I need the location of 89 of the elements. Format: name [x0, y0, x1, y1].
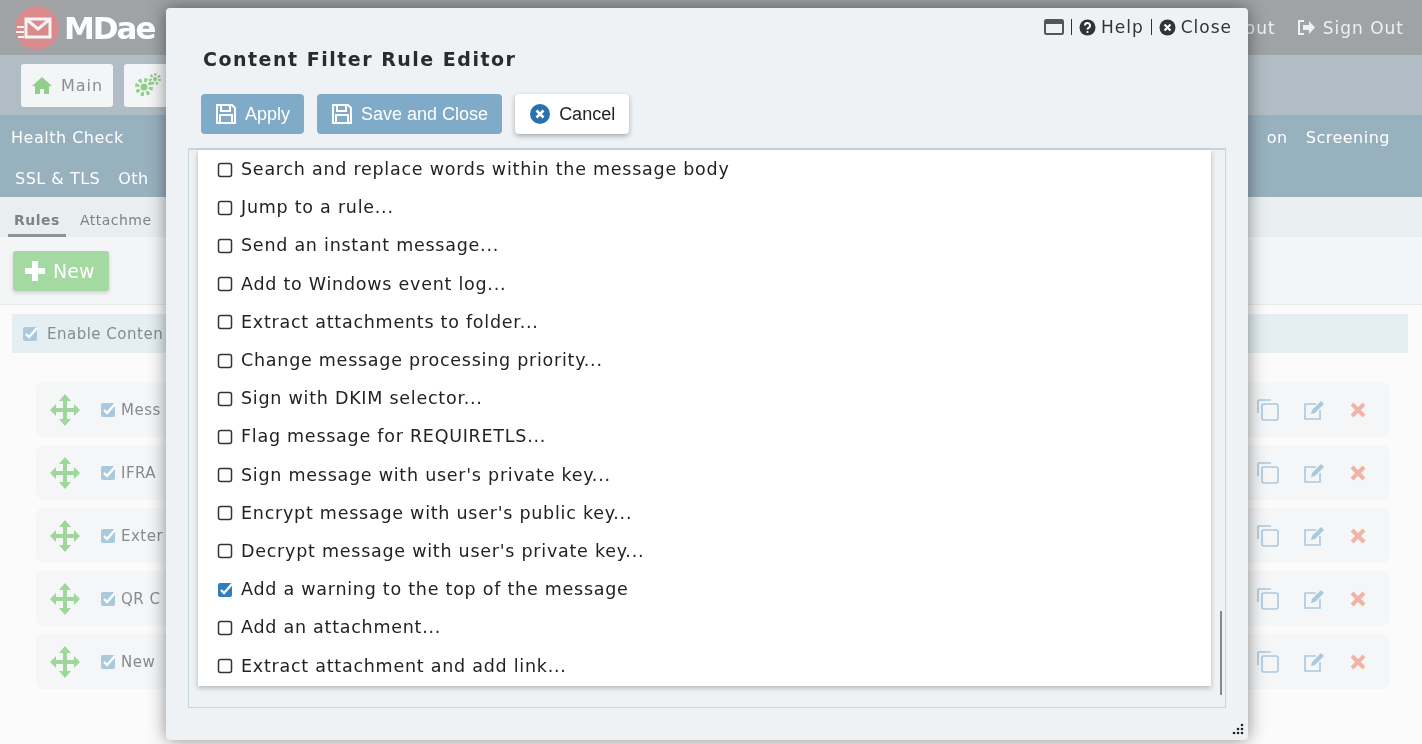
edit-icon[interactable]: [1303, 462, 1326, 483]
nav-link[interactable]: Screening: [1305, 128, 1390, 147]
checkbox[interactable]: [217, 427, 234, 445]
action-label: Add a warning to the top of the message: [241, 579, 629, 600]
save-button[interactable]: Apply: [201, 94, 305, 134]
move-icon[interactable]: [50, 518, 80, 553]
action-label: Add to Windows event log...: [241, 273, 507, 294]
sign-out-link[interactable]: Sign Out: [1297, 17, 1404, 38]
action-label: Send an instant message...: [241, 235, 500, 256]
checkbox[interactable]: [217, 504, 234, 522]
logo-icon: [14, 4, 60, 51]
close-link[interactable]: Close: [1158, 17, 1232, 37]
checkbox[interactable]: [217, 389, 234, 407]
action-label: Change message processing priority...: [241, 350, 603, 371]
copy-icon[interactable]: [1256, 461, 1279, 484]
delete-icon[interactable]: [1350, 653, 1366, 670]
sub-tab[interactable]: Attachme: [73, 212, 158, 237]
checkbox[interactable]: [217, 236, 234, 254]
move-icon[interactable]: [50, 455, 80, 490]
new-button[interactable]: New: [13, 251, 109, 291]
save-button[interactable]: Save and Close: [317, 94, 503, 134]
delete-icon[interactable]: [1350, 527, 1366, 544]
sign-out-icon: [1297, 20, 1315, 35]
nav-link[interactable]: SSL & TLS: [15, 169, 101, 188]
checkbox[interactable]: [217, 542, 234, 560]
action-label: Decrypt message with user's private key...: [241, 540, 645, 561]
close-icon: [1158, 18, 1176, 36]
dialog-title: Content Filter Rule Editor: [203, 47, 518, 72]
logo-text: MDae: [64, 9, 155, 46]
checkbox[interactable]: [217, 275, 234, 293]
copy-icon[interactable]: [1256, 398, 1279, 421]
checkbox[interactable]: [217, 466, 234, 484]
nav-link[interactable]: Health Check: [11, 128, 124, 147]
action-label: Sign with DKIM selector...: [241, 388, 483, 409]
checkbox[interactable]: [217, 160, 234, 178]
action-label: Extract attachments to folder...: [241, 311, 539, 332]
action-label: Sign message with user's private key...: [241, 464, 611, 485]
rule-name: IFRA: [121, 463, 157, 482]
action-label: Encrypt message with user's public key...: [241, 502, 633, 523]
main-button[interactable]: Main: [21, 63, 114, 107]
help-link[interactable]: Help: [1078, 17, 1144, 37]
checkbox[interactable]: [217, 313, 234, 331]
edit-icon[interactable]: [1303, 399, 1326, 420]
action-label: Jump to a rule...: [241, 197, 394, 218]
edit-icon[interactable]: [1303, 588, 1326, 609]
save-icon: [331, 103, 354, 125]
move-icon[interactable]: [50, 644, 80, 679]
rule-name: New: [121, 652, 156, 671]
plus-icon: [25, 261, 45, 281]
delete-icon[interactable]: [1350, 401, 1366, 418]
cancel-icon: [529, 103, 552, 125]
checkbox[interactable]: [22, 325, 39, 342]
checkbox[interactable]: [217, 618, 234, 636]
checkbox[interactable]: [100, 653, 117, 670]
checkbox[interactable]: [100, 464, 117, 481]
gears-icon: [134, 72, 163, 98]
rule-name: QR C: [121, 589, 161, 608]
edit-icon[interactable]: [1303, 525, 1326, 546]
checkbox[interactable]: [100, 527, 117, 544]
action-label: Add an attachment...: [241, 617, 442, 638]
move-icon[interactable]: [50, 392, 80, 427]
resize-grip-icon[interactable]: [1230, 723, 1244, 737]
rule-name: Exter: [121, 526, 164, 545]
copy-icon[interactable]: [1256, 587, 1279, 610]
rule-name: Mess: [121, 400, 161, 419]
checkbox[interactable]: [100, 401, 117, 418]
edit-icon[interactable]: [1303, 651, 1326, 672]
move-icon[interactable]: [50, 581, 80, 616]
window-icon[interactable]: [1043, 19, 1064, 35]
checkbox[interactable]: [217, 198, 234, 216]
option-label: Enable Conten: [47, 324, 164, 343]
save-icon: [215, 103, 237, 125]
checkbox[interactable]: [217, 580, 234, 598]
action-label: Search and replace words within the message body: [241, 159, 730, 180]
cancel-button[interactable]: Cancel: [515, 94, 630, 134]
copy-icon[interactable]: [1256, 650, 1279, 673]
checkbox[interactable]: [217, 351, 234, 369]
checkbox[interactable]: [100, 590, 117, 607]
delete-icon[interactable]: [1350, 464, 1366, 481]
scrollbar[interactable]: [1220, 611, 1222, 695]
action-label: Flag message for REQUIRETLS...: [241, 426, 547, 447]
home-icon: [31, 75, 53, 95]
action-label: Extract attachment and add link...: [241, 655, 567, 676]
nav-link[interactable]: Oth: [118, 169, 149, 188]
checkbox[interactable]: [217, 657, 234, 675]
help-icon: [1078, 18, 1096, 36]
delete-icon[interactable]: [1350, 590, 1366, 607]
copy-icon[interactable]: [1256, 524, 1279, 547]
nav-link[interactable]: on: [1266, 128, 1288, 147]
